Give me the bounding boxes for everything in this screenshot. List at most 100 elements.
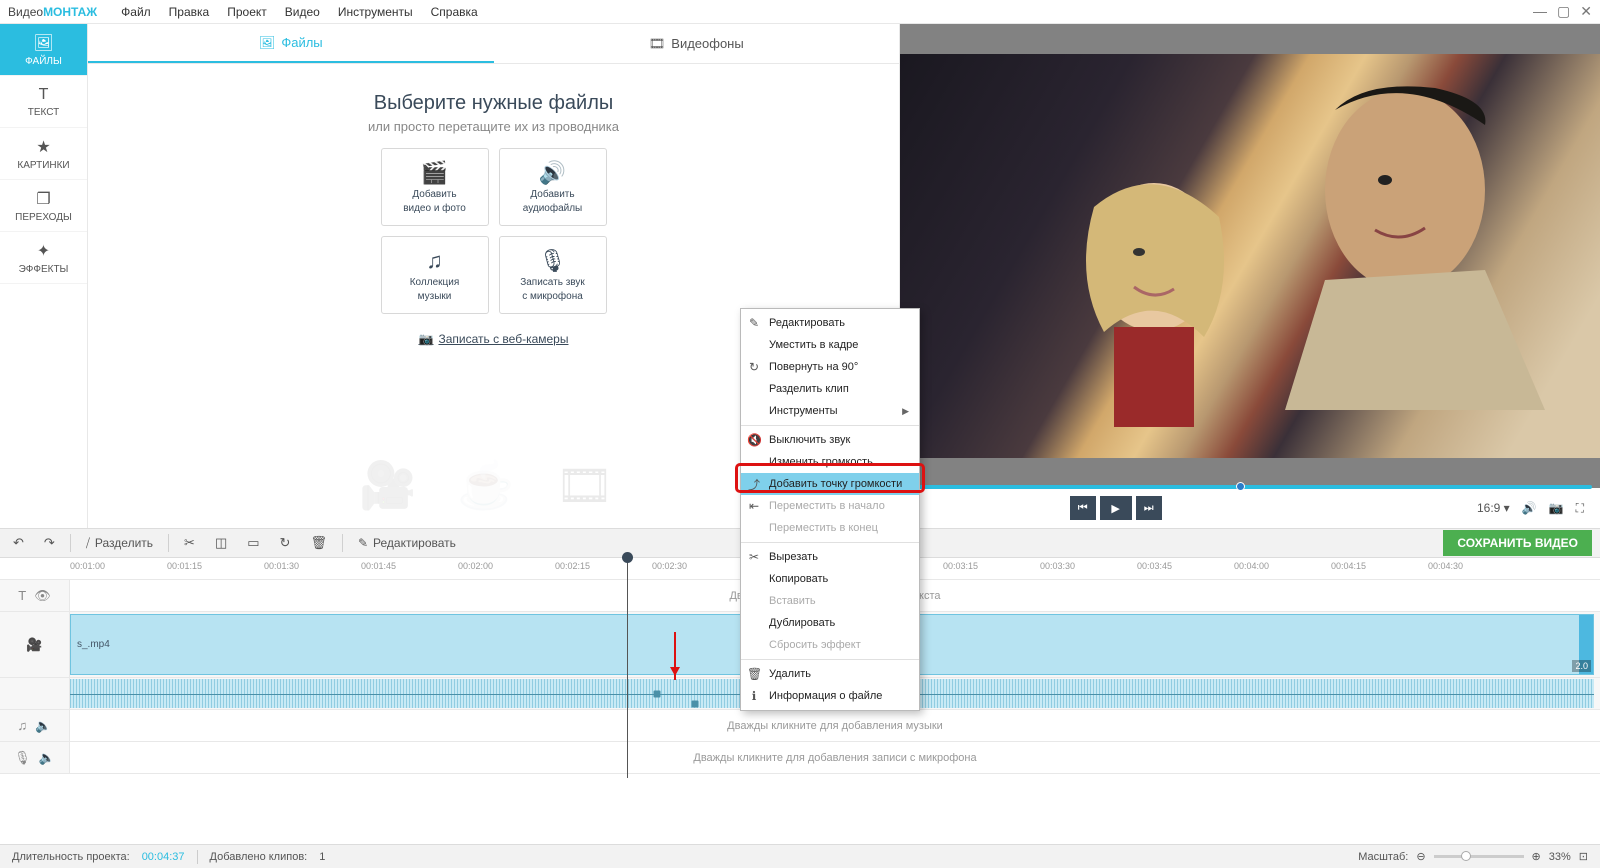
context-item[interactable]: ✂Вырезать — [741, 546, 919, 568]
volume-node[interactable] — [653, 690, 660, 697]
minimize-icon[interactable]: — — [1533, 3, 1547, 20]
video-controls: ⏮ ▶ ⏭ 16:9 ▾ 🔊 📷 ⛶ — [900, 488, 1600, 528]
sidebar-item-transitions[interactable]: ❐ПЕРЕХОДЫ — [0, 180, 87, 232]
menu-item-icon: 🔇 — [747, 433, 761, 447]
context-item[interactable]: Дублировать — [741, 612, 919, 634]
menu-file[interactable]: Файл — [121, 5, 151, 19]
maximize-icon[interactable]: ▢ — [1557, 3, 1570, 20]
aspect-ratio-select[interactable]: 16:9 ▾ — [1477, 501, 1510, 515]
menu-edit[interactable]: Правка — [169, 5, 210, 19]
webcam-link[interactable]: 📷Записать с веб-камеры — [419, 332, 569, 346]
window-buttons: — ▢ ✕ — [1533, 3, 1592, 20]
sidebar-item-images[interactable]: ★КАРТИНКИ — [0, 128, 87, 180]
snapshot-icon[interactable]: 📷 — [1549, 501, 1564, 515]
context-item[interactable]: 🗑Удалить — [741, 663, 919, 685]
context-item[interactable]: Изменить громкость — [741, 451, 919, 473]
track-music: ♫🔈 Дважды кликните для добавления музыки — [0, 710, 1600, 742]
volume-node[interactable] — [691, 700, 698, 707]
ruler-tick: 00:04:00 — [1234, 561, 1269, 571]
mute-icon[interactable]: 🔈 — [35, 718, 51, 734]
track-mic-body[interactable]: Дважды кликните для добавления записи с … — [70, 742, 1600, 773]
context-item: Переместить в конец — [741, 517, 919, 539]
zoom-handle[interactable] — [1461, 851, 1471, 861]
tab-files[interactable]: 🖼Файлы — [88, 24, 494, 63]
person-left — [1054, 167, 1254, 427]
cut-button[interactable]: ✂ — [179, 533, 200, 553]
eye-icon[interactable]: 👁 — [34, 588, 51, 604]
save-video-button[interactable]: СОХРАНИТЬ ВИДЕО — [1443, 530, 1592, 556]
context-item[interactable]: ✎Редактировать — [741, 312, 919, 334]
zoom-in-button[interactable]: ⊕ — [1532, 850, 1541, 863]
scrubber[interactable] — [908, 485, 1592, 489]
undo-button[interactable]: ↶ — [8, 533, 29, 553]
next-button[interactable]: ⏭ — [1136, 496, 1162, 520]
split-button[interactable]: ⧸Разделить — [81, 534, 158, 553]
context-item[interactable]: Разделить клип — [741, 378, 919, 400]
menu-project[interactable]: Проект — [227, 5, 267, 19]
context-item[interactable]: Уместить в кадре — [741, 334, 919, 356]
music-icon: ♫ — [426, 248, 443, 274]
clapper-icon: 🎬 — [421, 160, 448, 186]
menu-item-icon: ⇤ — [747, 499, 761, 513]
menu-item-icon: 🗑 — [747, 667, 761, 681]
zoom-out-button[interactable]: ⊖ — [1416, 850, 1425, 863]
ruler-tick: 00:01:45 — [361, 561, 396, 571]
duration-label: Длительность проекта: — [12, 851, 130, 863]
edit-button[interactable]: ✎Редактировать — [353, 534, 461, 552]
close-icon[interactable]: ✕ — [1580, 3, 1592, 20]
zoom-slider[interactable] — [1434, 855, 1524, 858]
fullscreen-icon[interactable]: ⛶ — [1576, 501, 1584, 516]
context-item[interactable]: ⤴Добавить точку громкости — [741, 473, 919, 495]
delete-button[interactable]: 🗑 — [305, 533, 332, 553]
left-sidebar: 🖼ФАЙЛЫ TТЕКСТ ★КАРТИНКИ ❐ПЕРЕХОДЫ ✦ЭФФЕК… — [0, 24, 88, 528]
effects-icon: ✦ — [37, 241, 50, 261]
sidebar-item-effects[interactable]: ✦ЭФФЕКТЫ — [0, 232, 87, 284]
context-menu: ✎РедактироватьУместить в кадре↻Повернуть… — [740, 308, 920, 711]
track-music-body[interactable]: Дважды кликните для добавления музыки — [70, 710, 1600, 741]
menu-help[interactable]: Справка — [431, 5, 478, 19]
video-frame[interactable] — [900, 54, 1600, 458]
clips-label: Добавлено клипов: — [210, 851, 308, 863]
tile-record-mic[interactable]: 🎙Записать звукс микрофона — [499, 236, 607, 314]
tile-music-lib[interactable]: ♫Коллекциямузыки — [381, 236, 489, 314]
mute-icon[interactable]: 🔈 — [39, 750, 55, 766]
menu-item-icon: ↻ — [747, 360, 761, 374]
crop-button[interactable]: ◫ — [210, 533, 232, 553]
ruler-tick: 00:02:30 — [652, 561, 687, 571]
sidebar-item-files[interactable]: 🖼ФАЙЛЫ — [0, 24, 87, 76]
play-button[interactable]: ▶ — [1100, 496, 1132, 520]
clips-value: 1 — [319, 851, 325, 863]
context-item[interactable]: ↻Повернуть на 90° — [741, 356, 919, 378]
prev-button[interactable]: ⏮ — [1070, 496, 1096, 520]
context-item[interactable]: Копировать — [741, 568, 919, 590]
context-item[interactable]: ℹИнформация о файле — [741, 685, 919, 707]
menu-video[interactable]: Видео — [285, 5, 320, 19]
zoom-label: Масштаб: — [1358, 851, 1408, 863]
tile-add-video[interactable]: 🎬Добавитьвидео и фото — [381, 148, 489, 226]
zoom-fit-button[interactable]: ⊡ — [1579, 850, 1588, 863]
tile-add-audio[interactable]: 🔊Добавитьаудиофайлы — [499, 148, 607, 226]
ruler-tick: 00:01:00 — [70, 561, 105, 571]
letterbox-bottom — [900, 458, 1600, 488]
ruler-tick: 00:04:30 — [1428, 561, 1463, 571]
playhead[interactable] — [627, 558, 628, 778]
letterbox-top — [900, 24, 1600, 54]
ruler-tick: 00:02:15 — [555, 561, 590, 571]
track-music-head: ♫🔈 — [0, 710, 70, 741]
image-icon: 🖼 — [259, 35, 276, 51]
menu-tools[interactable]: Инструменты — [338, 5, 413, 19]
tab-videobg[interactable]: 🎞Видеофоны — [494, 24, 900, 63]
menu-item-icon: ✎ — [747, 316, 761, 330]
redo-button[interactable]: ↷ — [39, 533, 60, 553]
clip-end-handle[interactable]: 2.0 — [1579, 615, 1593, 674]
scrubber-handle[interactable] — [1236, 482, 1245, 491]
camera-icon: 📷 — [419, 332, 434, 346]
frame-button[interactable]: ▭ — [242, 533, 264, 553]
split-icon: ⧸ — [86, 536, 90, 551]
volume-icon[interactable]: 🔊 — [1522, 501, 1537, 515]
rotate-button[interactable]: ↻ — [275, 533, 296, 553]
context-item[interactable]: 🔇Выключить звук — [741, 429, 919, 451]
preview-options: 16:9 ▾ 🔊 📷 ⛶ — [1477, 501, 1584, 516]
sidebar-item-text[interactable]: TТЕКСТ — [0, 76, 87, 128]
context-item[interactable]: Инструменты▶ — [741, 400, 919, 422]
